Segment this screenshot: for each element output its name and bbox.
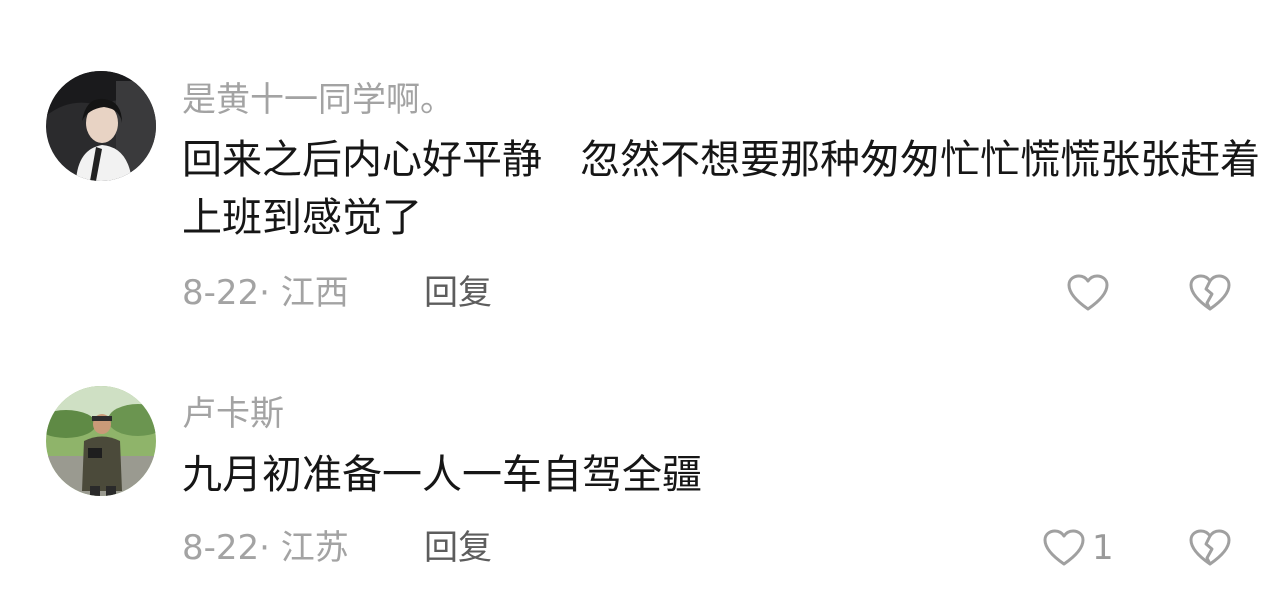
avatar-photo-icon <box>46 386 156 496</box>
reply-button[interactable]: 回复 <box>424 528 492 568</box>
comment-meta: 8-22· 江苏 <box>182 528 349 568</box>
comment-text: 回来之后内心好平静 忽然不想要那种匆匆忙忙慌慌张张赶着上班到感觉了 <box>182 137 1261 241</box>
comment-username[interactable]: 是黄十一同学啊。 <box>182 80 454 120</box>
comment-username[interactable]: 卢卡斯 <box>182 394 284 434</box>
dislike-button[interactable] <box>1188 528 1232 568</box>
like-button[interactable]: 1 <box>1042 528 1114 568</box>
dislike-button[interactable] <box>1188 273 1232 313</box>
user-avatar[interactable] <box>46 386 156 496</box>
broken-heart-icon <box>1189 529 1231 566</box>
avatar-photo-icon <box>46 71 156 181</box>
comment-list: 是黄十一同学啊。 回来之后内心好平静 忽然不想要那种匆匆忙忙慌慌张张赶着上班到感… <box>0 0 1283 608</box>
reply-button[interactable]: 回复 <box>424 273 492 313</box>
comment-text: 九月初准备一人一车自驾全疆 <box>182 452 702 498</box>
like-button[interactable] <box>1066 273 1116 313</box>
comment-meta: 8-22· 江西 <box>182 273 349 313</box>
heart-outline-icon <box>1067 274 1109 311</box>
broken-heart-icon <box>1189 274 1231 311</box>
user-avatar[interactable] <box>46 71 156 181</box>
like-count: 1 <box>1092 528 1114 568</box>
heart-outline-icon <box>1043 529 1085 566</box>
